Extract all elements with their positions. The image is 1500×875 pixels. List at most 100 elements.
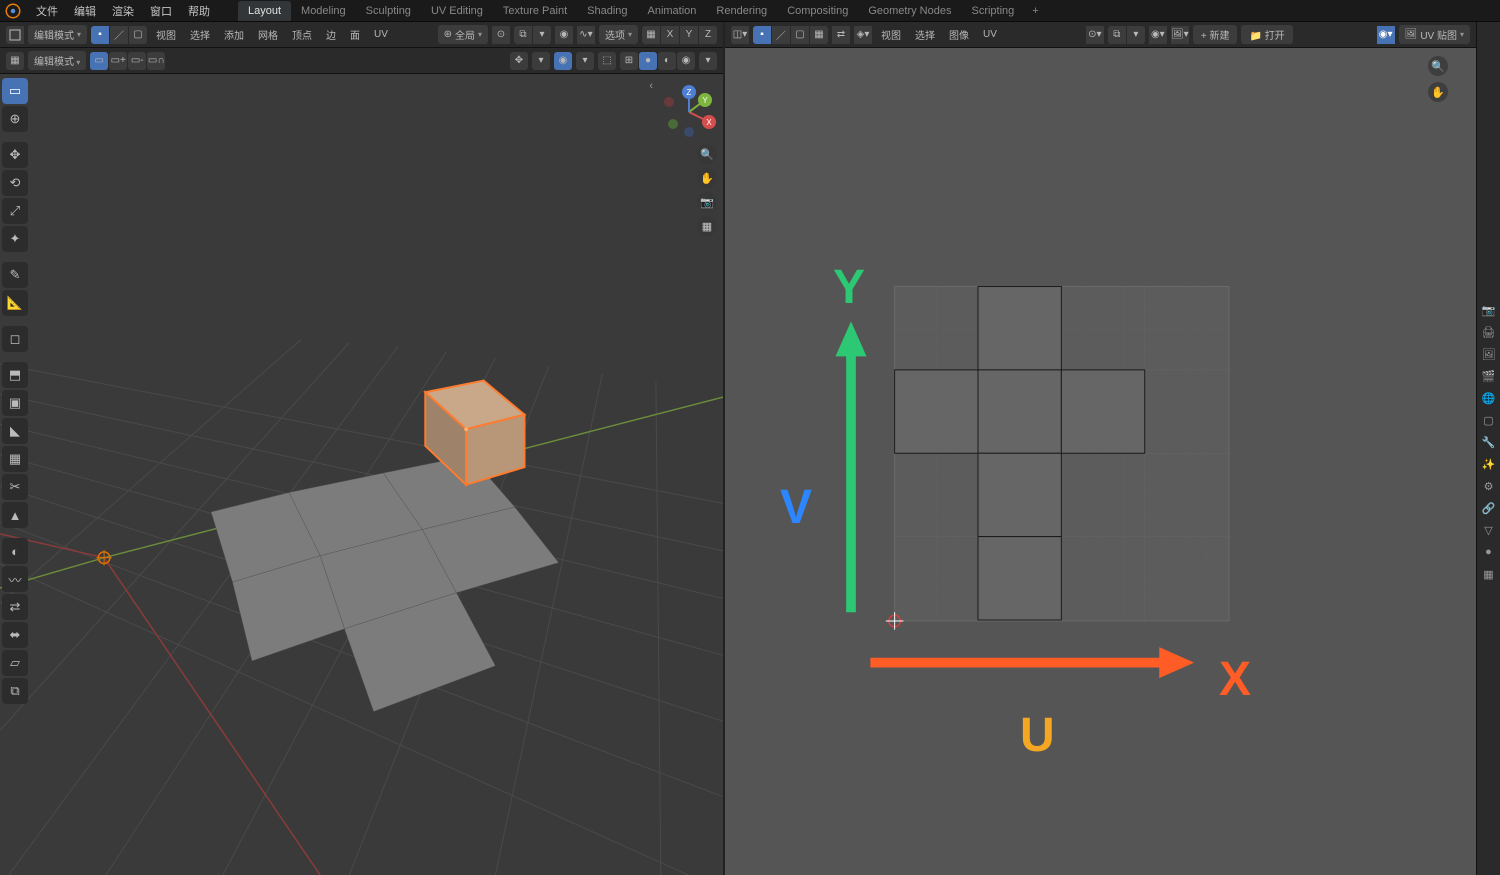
uv-overlay-toggle-icon[interactable]: ◉▾ [1377,26,1395,44]
prop-physics-icon[interactable]: ⚙ [1481,478,1497,494]
tab-shading[interactable]: Shading [577,1,637,21]
select-menu[interactable]: 选择 [185,27,215,42]
nav-gizmo[interactable]: X Y Z [661,84,717,140]
uv-view-menu[interactable]: 视图 [876,27,906,42]
orientation-dropdown[interactable]: ⊛ 全局 [438,25,488,44]
uv-display-mode-dropdown[interactable]: 🖼 UV 贴图 [1399,25,1470,44]
snap-toggle-icon[interactable]: ⧉ [514,26,532,44]
prop-modifier-icon[interactable]: 🔧 [1481,434,1497,450]
uv-proportional-icon[interactable]: ◉▾ [1149,26,1167,44]
camera-view-icon[interactable]: 📷 [697,192,717,212]
material-shading-icon[interactable]: ◐ [658,52,676,70]
overlay-y-icon[interactable]: Y [680,26,698,44]
edge-select-icon[interactable]: ／ [110,26,128,44]
tool-preset-dropdown[interactable]: 编辑模式 [28,51,86,70]
face-menu[interactable]: 面 [345,27,365,42]
tab-rendering[interactable]: Rendering [706,1,777,21]
bevel-tool-icon[interactable]: ◣ [2,418,28,444]
uv-pivot-icon[interactable]: ⊙▾ [1086,26,1104,44]
overlay-z-icon[interactable]: Z [699,26,717,44]
tab-layout[interactable]: Layout [238,1,291,21]
prop-object-icon[interactable]: ▢ [1481,412,1497,428]
prop-constraint-icon[interactable]: 🔗 [1481,500,1497,516]
tab-uv-editing[interactable]: UV Editing [421,1,493,21]
perspective-toggle-icon[interactable]: ▦ [697,216,717,236]
gizmo-toggle-icon[interactable]: ✥ [510,52,528,70]
menu-file[interactable]: 文件 [28,0,66,22]
rotate-tool-icon[interactable]: ⟲ [2,170,28,196]
snap-type-icon[interactable]: ▾ [533,26,551,44]
edge-menu[interactable]: 边 [321,27,341,42]
uv-sync-icon[interactable]: ⇄ [832,26,850,44]
prop-output-icon[interactable]: 🖨 [1481,324,1497,340]
measure-tool-icon[interactable]: 📐 [2,290,28,316]
wireframe-shading-icon[interactable]: ⊞ [620,52,638,70]
tab-modeling[interactable]: Modeling [291,1,356,21]
uv-island-select-icon[interactable]: ▦ [810,26,828,44]
overlay-toggle-icon[interactable]: ◉ [554,52,572,70]
proportional-falloff-icon[interactable]: ∿▾ [577,26,595,44]
prop-texture-icon[interactable]: ▦ [1481,566,1497,582]
gizmo-type-icon[interactable]: ▾ [532,52,550,70]
tab-add-button[interactable]: + [1024,1,1046,21]
shrink-tool-icon[interactable]: ⬌ [2,622,28,648]
cursor-tool-icon[interactable]: ⊕ [2,106,28,132]
knife-tool-icon[interactable]: ✂ [2,474,28,500]
proportional-edit-icon[interactable]: ◉ [555,26,573,44]
prop-material-icon[interactable]: ● [1481,544,1497,560]
annotate-tool-icon[interactable]: ✎ [2,262,28,288]
menu-window[interactable]: 窗口 [142,0,180,22]
smooth-tool-icon[interactable]: 〰 [2,566,28,592]
rendered-shading-icon[interactable]: ◉ [677,52,695,70]
add-cube-tool-icon[interactable]: ◻ [2,326,28,352]
uv-select-menu[interactable]: 选择 [910,27,940,42]
uv-canvas[interactable]: Y V X U 🔍 ✋ [725,48,1452,875]
select-new-icon[interactable]: ▭ [90,52,108,70]
tool-settings-icon[interactable]: ▦ [6,52,24,70]
edge-slide-tool-icon[interactable]: ⇄ [2,594,28,620]
solid-shading-icon[interactable]: ● [639,52,657,70]
tab-animation[interactable]: Animation [638,1,707,21]
scale-tool-icon[interactable]: ⤢ [2,198,28,224]
overlay-settings-icon[interactable]: ▾ [576,52,594,70]
shear-tool-icon[interactable]: ▱ [2,650,28,676]
loopcut-tool-icon[interactable]: ▦ [2,446,28,472]
select-box-tool-icon[interactable]: ▭ [2,78,28,104]
tab-compositing[interactable]: Compositing [777,1,858,21]
editor-type-icon[interactable] [6,26,24,44]
prop-scene-icon[interactable]: 🎬 [1481,368,1497,384]
pivot-icon[interactable]: ⊙ [492,26,510,44]
transform-tool-icon[interactable]: ✦ [2,226,28,252]
uv-pan-icon[interactable]: ✋ [1428,82,1448,102]
prop-world-icon[interactable]: 🌐 [1481,390,1497,406]
mesh-menu[interactable]: 网格 [253,27,283,42]
prop-viewlayer-icon[interactable]: 🖼 [1481,346,1497,362]
uv-snap-type-icon[interactable]: ▾ [1127,26,1145,44]
uv-zoom-icon[interactable]: 🔍 [1428,56,1448,76]
face-select-icon[interactable]: ▢ [129,26,147,44]
uv-image-menu[interactable]: 图像 [944,27,974,42]
uv-editor-type-icon[interactable]: ◫▾ [731,26,749,44]
menu-help[interactable]: 帮助 [180,0,218,22]
zoom-icon[interactable]: 🔍 [697,144,717,164]
uv-open-button[interactable]: 📁 打开 [1241,25,1292,44]
uv-sticky-icon[interactable]: ◈▾ [854,26,872,44]
rip-tool-icon[interactable]: ⧉ [2,678,28,704]
options-dropdown[interactable]: 选项 [599,25,638,44]
uv-edge-select-icon[interactable]: ／ [772,26,790,44]
vertex-select-icon[interactable]: ▪ [91,26,109,44]
prop-data-icon[interactable]: ▽ [1481,522,1497,538]
vertex-menu[interactable]: 顶点 [287,27,317,42]
uv-menu[interactable]: UV [369,29,393,40]
tab-geometry-nodes[interactable]: Geometry Nodes [858,1,961,21]
inset-tool-icon[interactable]: ▣ [2,390,28,416]
uv-face-select-icon[interactable]: ▢ [791,26,809,44]
shading-settings-icon[interactable]: ▾ [699,52,717,70]
menu-render[interactable]: 渲染 [104,0,142,22]
xray-icon[interactable]: ⬚ [598,52,616,70]
uv-image-link-icon[interactable]: 🖼▾ [1171,26,1189,44]
view-menu[interactable]: 视图 [151,27,181,42]
pan-icon[interactable]: ✋ [697,168,717,188]
uv-snap-icon[interactable]: ⧉ [1108,26,1126,44]
select-extend-icon[interactable]: ▭+ [109,52,127,70]
